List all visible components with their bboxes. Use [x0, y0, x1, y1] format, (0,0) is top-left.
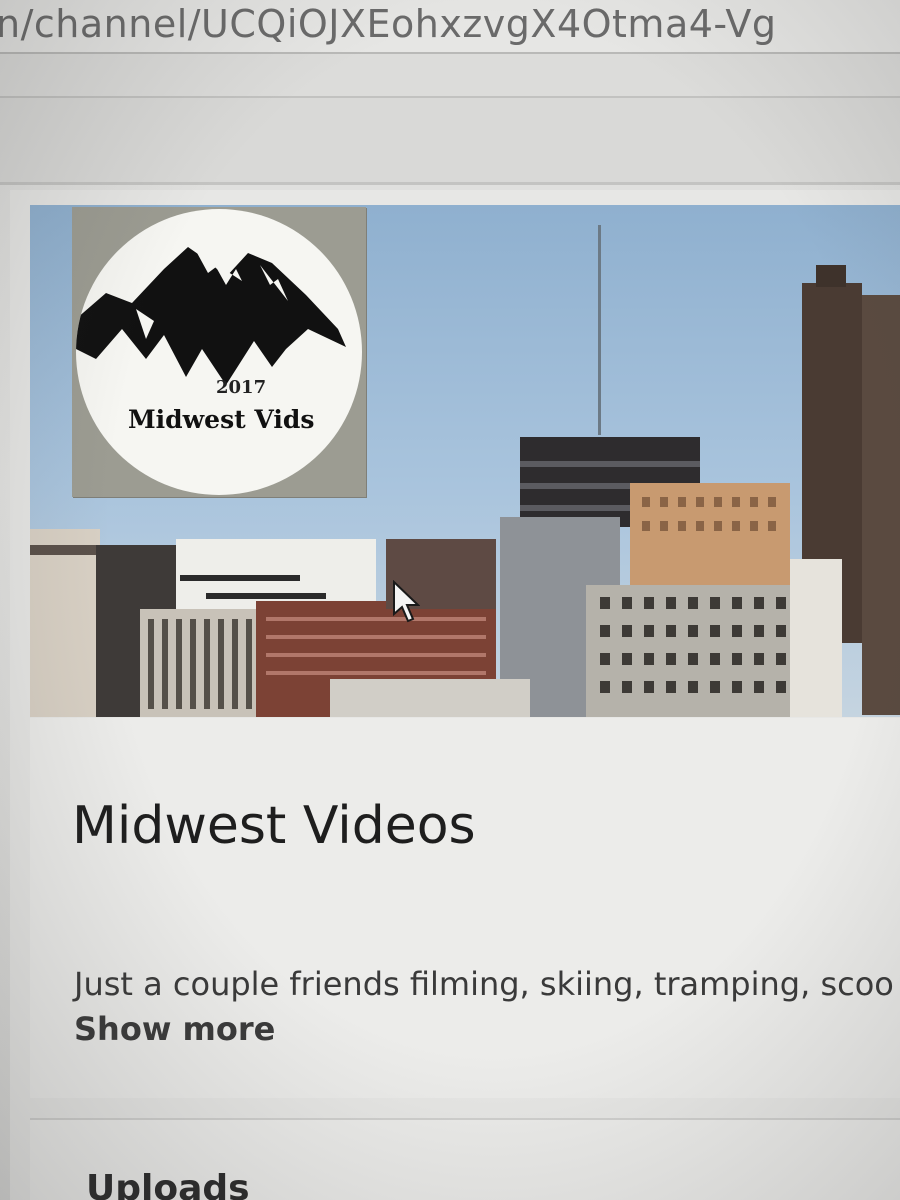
- bookmarks-bar: [0, 54, 900, 98]
- channel-description: Just a couple friends filming, skiing, t…: [74, 965, 894, 1003]
- channel-title: Midwest Videos: [72, 796, 476, 856]
- channel-avatar[interactable]: 2017 Midwest Vids: [72, 207, 366, 497]
- mouse-cursor-icon: [393, 580, 420, 623]
- mountains-icon: [76, 247, 346, 385]
- avatar-name: Midwest Vids: [128, 405, 315, 434]
- address-bar[interactable]: n/channel/UCQiOJXEohxzvgX4Otma4-Vg: [0, 0, 900, 54]
- uploads-heading[interactable]: Uploads: [86, 1168, 250, 1200]
- channel-banner: 2017 Midwest Vids: [30, 205, 900, 717]
- avatar-year: 2017: [216, 377, 267, 398]
- show-more-button[interactable]: Show more: [74, 1010, 275, 1048]
- site-header: [0, 98, 900, 185]
- avatar-logo: 2017 Midwest Vids: [76, 209, 362, 495]
- browser-window: n/channel/UCQiOJXEohxzvgX4Otma4-Vg 2017 …: [0, 0, 900, 1200]
- url-text[interactable]: n/channel/UCQiOJXEohxzvgX4Otma4-Vg: [0, 2, 777, 46]
